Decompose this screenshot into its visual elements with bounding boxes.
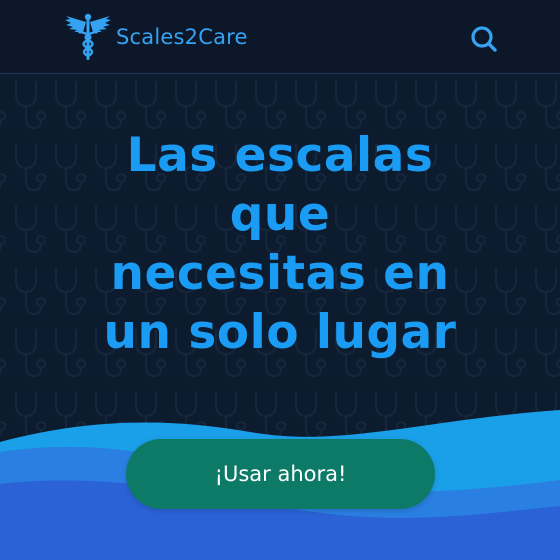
brand-name: Scales2Care <box>116 25 248 49</box>
headline-line: Las escalas <box>126 128 434 183</box>
page: Scales2Care Las escalas que necesitas en… <box>0 0 560 560</box>
headline-line: que <box>229 187 331 242</box>
headline-line: necesitas en <box>110 246 450 301</box>
headline-line: un solo lugar <box>103 305 457 360</box>
search-icon <box>471 26 497 52</box>
search-button[interactable] <box>468 23 500 55</box>
use-now-button[interactable]: ¡Usar ahora! <box>126 439 435 509</box>
hero-headline: Las escalas que necesitas en un solo lug… <box>0 126 560 362</box>
caduceus-icon <box>65 13 111 60</box>
brand-logo[interactable]: Scales2Care <box>64 12 248 62</box>
top-header: Scales2Care <box>0 0 560 74</box>
